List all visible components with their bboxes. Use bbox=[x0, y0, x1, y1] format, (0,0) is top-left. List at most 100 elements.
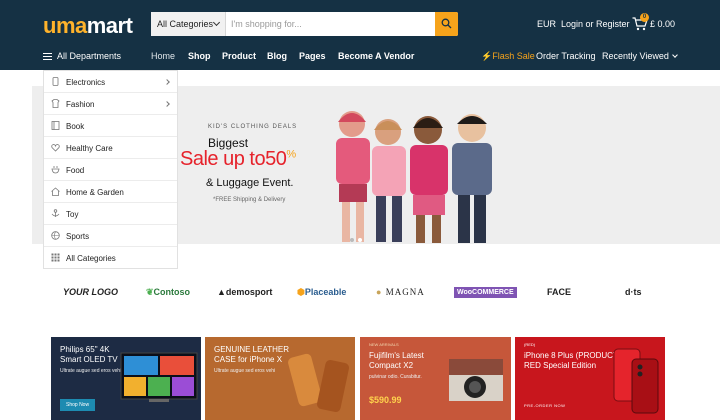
site-logo[interactable]: umamart bbox=[43, 13, 133, 39]
leaf-icon: ❦ bbox=[146, 287, 154, 297]
category-select[interactable]: All Categories bbox=[151, 12, 226, 36]
department-label: All Categories bbox=[66, 254, 116, 263]
department-label: Sports bbox=[66, 232, 90, 241]
nav-blog[interactable]: Blog bbox=[267, 51, 287, 61]
brand-demosport[interactable]: ▲demosport bbox=[217, 287, 272, 297]
brand-placeable-label: Placeable bbox=[304, 287, 347, 297]
hero-sale-headline: Sale up to50% bbox=[180, 148, 296, 171]
departments-menu: Electronics Fashion Book Healthy Care Fo… bbox=[43, 70, 178, 269]
brand-magna[interactable]: ● MAGNA bbox=[376, 287, 425, 297]
pre-order-link[interactable]: PRE-ORDER NOW bbox=[524, 403, 565, 408]
hero-sale-text: Sale up to50 bbox=[180, 148, 287, 170]
hero-percent: % bbox=[286, 148, 296, 161]
search-input[interactable] bbox=[231, 12, 431, 36]
promo-card-leather-case[interactable]: GENUINE LEATHER CASE for iPhone X Ultrate… bbox=[205, 337, 355, 420]
promo-card-tv[interactable]: Philips 65" 4K Smart OLED TV Ultrate augu… bbox=[51, 337, 201, 420]
department-fashion[interactable]: Fashion bbox=[44, 93, 177, 115]
chevron-down-icon bbox=[212, 18, 221, 27]
nav-recently-viewed[interactable]: Recently Viewed bbox=[602, 51, 678, 61]
nav-shop[interactable]: Shop bbox=[188, 51, 211, 61]
slider-dot-active[interactable] bbox=[358, 238, 362, 242]
search-icon bbox=[441, 18, 452, 29]
currency-selector[interactable]: EUR bbox=[537, 19, 556, 29]
department-home-garden[interactable]: Home & Garden bbox=[44, 181, 177, 203]
department-label: Toy bbox=[66, 210, 79, 219]
shirt-icon bbox=[51, 99, 60, 108]
camera-image bbox=[449, 359, 503, 401]
promo-subtitle: pulvinar odio. Curabitur. bbox=[369, 374, 422, 380]
nav-become-vendor[interactable]: Become A Vendor bbox=[338, 51, 414, 61]
search-button[interactable] bbox=[435, 12, 458, 36]
menu-icon bbox=[43, 53, 52, 60]
promo-card-camera[interactable]: NEW ARRIVALS Fujifilm's Latest Compact X2… bbox=[360, 337, 511, 420]
brand-contoso[interactable]: ❦Contoso bbox=[146, 287, 190, 298]
promo-title-line-2: CASE for iPhone X bbox=[214, 355, 283, 364]
brand-your-logo[interactable]: YOUR LOGO bbox=[63, 287, 118, 297]
promo-kicker: NEW ARRIVALS bbox=[369, 342, 399, 347]
brand-contoso-label: Contoso bbox=[153, 287, 191, 297]
all-departments-label: All Departments bbox=[57, 51, 122, 61]
brand-woocommerce[interactable]: WooCOMMERCE bbox=[454, 287, 517, 298]
search-bar: All Categories bbox=[151, 12, 458, 36]
triangle-icon: ▲ bbox=[217, 287, 226, 297]
hero-kids-image bbox=[336, 111, 492, 243]
heart-icon bbox=[51, 144, 60, 152]
promo-title-line-1: iPhone 8 Plus (PRODUCT) bbox=[524, 351, 621, 360]
phone-icon bbox=[52, 77, 59, 86]
cart-total[interactable]: £ 0.00 bbox=[650, 19, 675, 29]
food-icon bbox=[51, 166, 60, 174]
hero-shipping-note: *FREE Shipping & Delivery bbox=[213, 197, 286, 203]
toy-icon bbox=[51, 209, 60, 217]
logo-part-1: uma bbox=[43, 13, 87, 38]
promo-subtitle: Ultrate augue sed eros vehi bbox=[60, 368, 122, 374]
shop-now-button[interactable]: Shop Now bbox=[60, 399, 96, 411]
category-select-value: All Categories bbox=[157, 19, 214, 29]
brand-demosport-label: demosport bbox=[225, 287, 273, 297]
pin-icon: ⬢ bbox=[297, 287, 305, 297]
promo-price: $590.99 bbox=[369, 395, 402, 405]
promo-subtitle: Ultrate augue sed eros vehi bbox=[214, 368, 276, 374]
promo-title-line-2: Compact X2 bbox=[369, 361, 414, 370]
nav-flash-sale[interactable]: ⚡Flash Sale bbox=[481, 51, 535, 62]
promo-title: Fujifilm's Latest Compact X2 bbox=[369, 351, 424, 371]
iphone-image bbox=[613, 348, 659, 414]
nav-product[interactable]: Product bbox=[222, 51, 256, 61]
department-book[interactable]: Book bbox=[44, 115, 177, 137]
all-departments-toggle[interactable]: All Departments bbox=[43, 51, 121, 61]
brand-face[interactable]: FACE bbox=[547, 287, 571, 297]
department-sports[interactable]: Sports bbox=[44, 225, 177, 247]
promo-card-iphone[interactable]: (RED) iPhone 8 Plus (PRODUCT) RED Special… bbox=[515, 337, 665, 420]
circle-icon: ● bbox=[376, 287, 383, 297]
department-all-categories[interactable]: All Categories bbox=[44, 247, 177, 269]
brand-dts[interactable]: d·ts bbox=[625, 287, 642, 297]
department-label: Electronics bbox=[66, 78, 106, 87]
page: umamart All Categories EUR Login or Regi… bbox=[0, 0, 720, 420]
promo-title: Philips 65" 4K Smart OLED TV bbox=[60, 345, 118, 365]
brand-placeable[interactable]: ⬢Placeable bbox=[297, 287, 346, 298]
slider-dot[interactable] bbox=[350, 238, 354, 242]
brand-magna-label: MAGNA bbox=[385, 287, 425, 297]
hero-luggage: & Luggage Event. bbox=[206, 177, 294, 189]
nav-order-tracking[interactable]: Order Tracking bbox=[536, 51, 596, 61]
department-toy[interactable]: Toy bbox=[44, 203, 177, 225]
department-healthy-care[interactable]: Healthy Care bbox=[44, 137, 177, 159]
logo-part-2: mart bbox=[86, 13, 133, 38]
department-electronics[interactable]: Electronics bbox=[44, 71, 177, 93]
hero-kicker: KID'S CLOTHING DEALS bbox=[208, 124, 298, 130]
nav-pages[interactable]: Pages bbox=[299, 51, 326, 61]
department-food[interactable]: Food bbox=[44, 159, 177, 181]
login-register-link[interactable]: Login or Register bbox=[561, 19, 630, 29]
chevron-right-icon bbox=[164, 101, 170, 107]
promo-kicker: (RED) bbox=[524, 342, 536, 347]
tv-image bbox=[120, 352, 198, 402]
site-header: umamart All Categories EUR Login or Regi… bbox=[0, 0, 720, 70]
nav-home[interactable]: Home bbox=[151, 51, 175, 61]
house-icon bbox=[51, 187, 60, 196]
chevron-right-icon bbox=[164, 79, 170, 85]
promo-title-line-1: GENUINE LEATHER bbox=[214, 345, 289, 354]
grid-icon bbox=[51, 253, 60, 262]
flash-sale-label: Flash Sale bbox=[492, 51, 535, 61]
promo-title-line-1: Philips 65" 4K bbox=[60, 345, 110, 354]
ball-icon bbox=[51, 231, 60, 240]
phone-case-image bbox=[288, 353, 350, 413]
